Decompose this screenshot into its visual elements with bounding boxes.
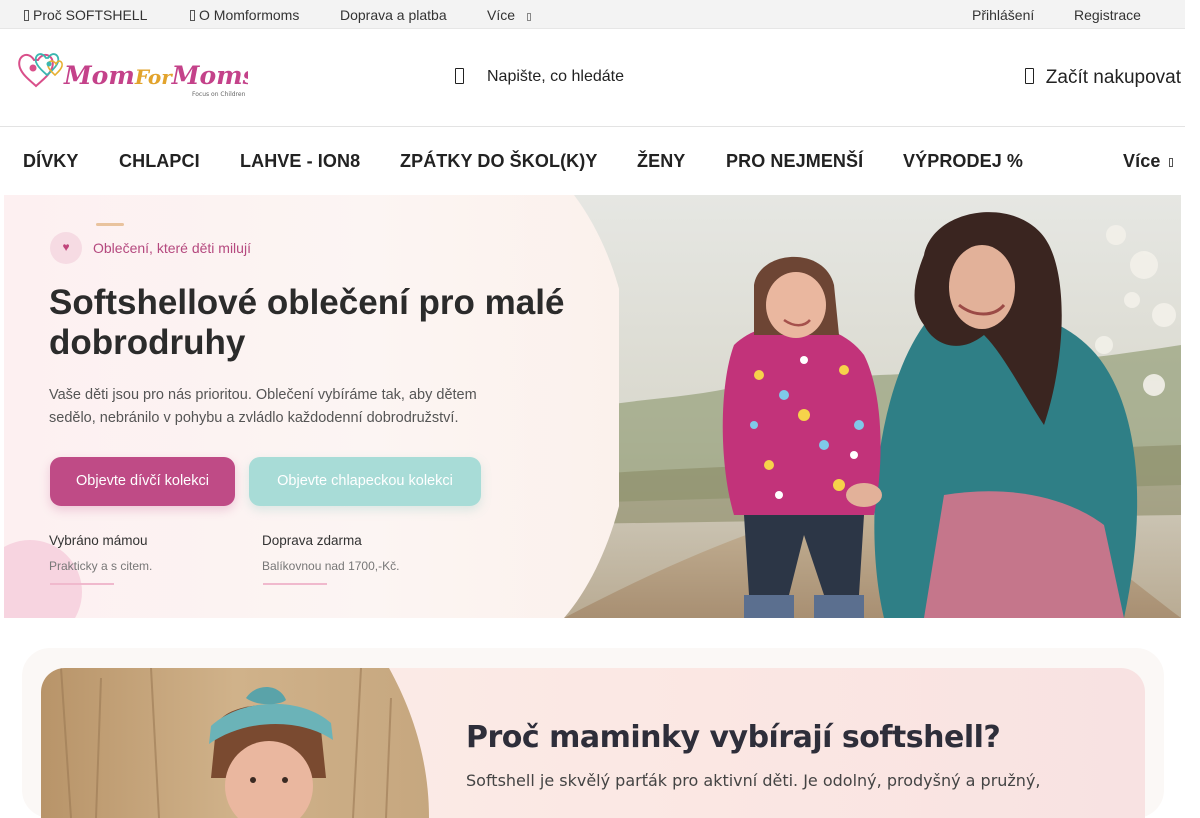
cart-icon <box>1024 68 1034 84</box>
boys-collection-button[interactable]: Objevte chlapeckou kolekci <box>249 457 481 506</box>
nav-more-dropdown[interactable]: Více <box>1123 151 1174 172</box>
nav-item-girls[interactable]: DÍVKY <box>23 151 79 172</box>
heart-icon: ♥ <box>50 232 82 264</box>
search-input[interactable]: Napište, co hledáte <box>487 68 624 86</box>
girls-collection-button[interactable]: Objevte dívčí kolekci <box>50 457 235 506</box>
nav-item-babies[interactable]: PRO NEJMENŠÍ <box>726 151 863 172</box>
logo-wordmark: MomForMoms <box>63 61 248 90</box>
feature-underline <box>263 583 327 585</box>
start-shopping-button[interactable]: Začít nakupovat <box>1024 67 1181 91</box>
accent-line <box>96 223 124 226</box>
search-icon[interactable] <box>455 68 464 84</box>
feature-subtitle-chosen-by-mom: Prakticky a s citem. <box>49 559 153 573</box>
register-link[interactable]: Registrace <box>1074 7 1141 23</box>
top-bar: Proč SOFTSHELL O Momformoms Doprava a pl… <box>0 0 1185 29</box>
topbar-link-about[interactable]: O Momformoms <box>190 7 299 23</box>
feature-subtitle-free-shipping: Balíkovnou nad 1700,-Kč. <box>262 559 400 573</box>
link-icon <box>190 10 195 21</box>
login-link[interactable]: Přihlášení <box>972 7 1034 23</box>
hero-tagline: Oblečení, které děti milují <box>93 240 251 256</box>
feature-title-free-shipping: Doprava zdarma <box>262 533 362 548</box>
child-photo <box>41 668 429 818</box>
site-header: MomForMoms Focus on Children Napište, co… <box>0 29 1185 127</box>
section-description: Softshell je skvělý parťák pro aktivní d… <box>466 771 1041 790</box>
why-softshell-card: Proč maminky vybírají softshell? Softshe… <box>41 668 1145 818</box>
link-icon <box>24 10 29 21</box>
feature-title-chosen-by-mom: Vybráno mámou <box>49 533 148 548</box>
nav-item-bottles[interactable]: LAHVE - ION8 <box>240 151 360 172</box>
section-title: Proč maminky vybírají softshell? <box>466 720 1001 755</box>
svg-text:Focus on Children: Focus on Children <box>192 91 246 98</box>
topbar-more-dropdown[interactable]: Více <box>487 7 532 23</box>
main-nav: DÍVKY CHLAPCI LAHVE - ION8 ZPÁTKY DO ŠKO… <box>0 127 1185 195</box>
topbar-link-shipping[interactable]: Doprava a platba <box>340 7 447 23</box>
chevron-down-icon <box>1169 158 1174 167</box>
nav-item-back-to-school[interactable]: ZPÁTKY DO ŠKOL(K)Y <box>400 151 597 172</box>
nav-item-boys[interactable]: CHLAPCI <box>119 151 200 172</box>
hero-banner: ♥ Oblečení, které děti milují Softshello… <box>4 195 1181 618</box>
nav-item-women[interactable]: ŽENY <box>637 151 685 172</box>
hero-description: Vaše děti jsou pro nás prioritou. Obleče… <box>49 387 477 426</box>
topbar-link-why-softshell[interactable]: Proč SOFTSHELL <box>24 7 147 23</box>
hero-title: Softshellové oblečení pro malé dobrodruh… <box>49 283 565 362</box>
nav-item-sale[interactable]: VÝPRODEJ % <box>903 151 1023 172</box>
site-logo[interactable]: MomForMoms Focus on Children <box>16 48 248 100</box>
chevron-down-icon <box>527 13 532 21</box>
feature-underline <box>50 583 114 585</box>
